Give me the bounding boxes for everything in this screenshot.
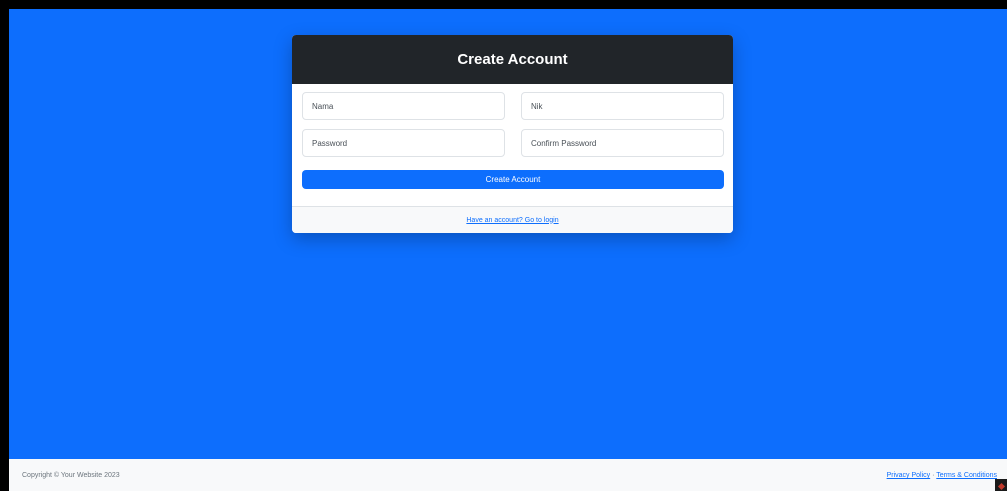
page-footer: Copyright © Your Website 2023 Privacy Po…	[9, 459, 1007, 491]
card-header: Create Account	[292, 35, 733, 84]
privacy-policy-link[interactable]: Privacy Policy	[887, 472, 931, 479]
copyright-text: Copyright © Your Website 2023	[22, 472, 120, 479]
page-background: Create Account Create Account Have an ac…	[9, 9, 1007, 491]
login-link[interactable]: Have an account? Go to login	[466, 217, 558, 224]
nama-input[interactable]	[302, 92, 505, 120]
card-footer: Have an account? Go to login	[292, 206, 733, 233]
card-title: Create Account	[457, 51, 568, 68]
nik-input[interactable]	[521, 92, 724, 120]
corner-widget-icon[interactable]	[995, 479, 1007, 491]
footer-separator: ·	[932, 472, 935, 479]
terms-link[interactable]: Terms & Conditions	[936, 472, 997, 479]
create-account-button[interactable]: Create Account	[302, 170, 724, 189]
register-card: Create Account Create Account Have an ac…	[292, 35, 733, 233]
footer-links: Privacy Policy · Terms & Conditions	[887, 472, 997, 479]
password-input[interactable]	[302, 129, 505, 157]
confirm-password-input[interactable]	[521, 129, 724, 157]
card-body: Create Account	[292, 84, 733, 206]
